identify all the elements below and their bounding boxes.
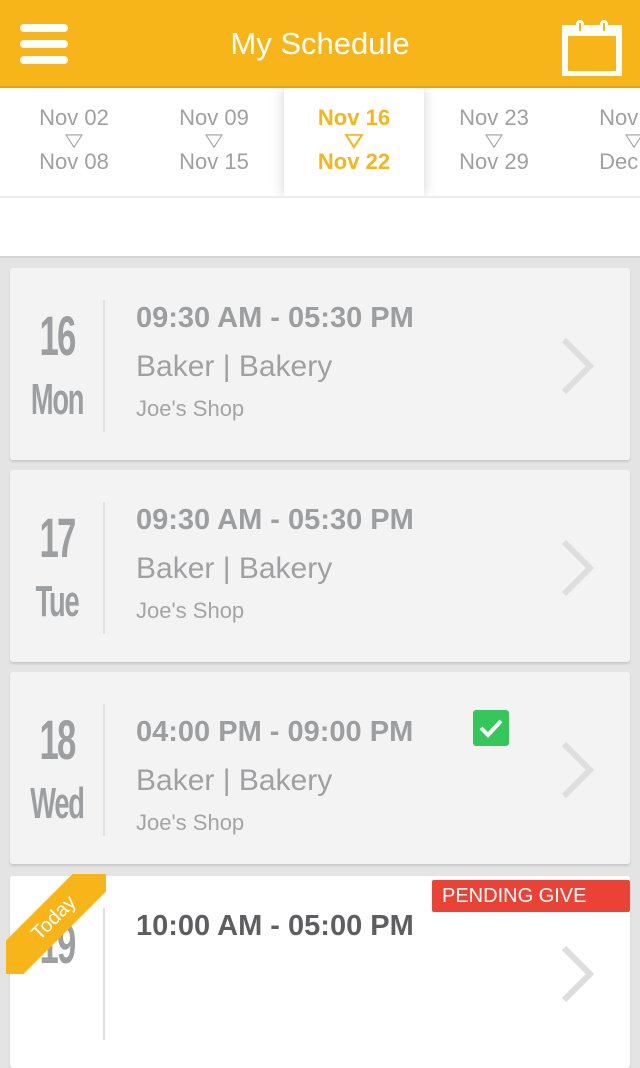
shift-time: 09:30 AM - 05:30 PM	[136, 302, 414, 334]
week-start: Nov 09	[179, 105, 249, 130]
week-start: Nov 23	[459, 105, 529, 130]
today-label: Today	[6, 874, 106, 974]
down-triangle-icon: ▽	[543, 131, 640, 149]
shift-location: Joe's Shop	[136, 396, 245, 421]
shift-role: Baker | Bakery	[136, 350, 333, 383]
week-start: Nov 02	[39, 105, 109, 130]
down-triangle-icon: ▽	[345, 130, 363, 150]
page-title: My Schedule	[230, 26, 410, 61]
calendar-icon[interactable]	[562, 20, 622, 76]
chevron-right-icon	[561, 337, 595, 395]
week-tab[interactable]: Nov 30 ▽ Dec 06	[564, 88, 640, 196]
day-number: 17	[39, 506, 77, 569]
week-tab-active[interactable]: Nov 16 ▽ Nov 22	[284, 88, 424, 196]
shift-card[interactable]: 16 Mon 09:30 AM - 05:30 PM Baker | Baker…	[10, 268, 630, 460]
week-end: Nov 15	[179, 149, 249, 174]
week-end: Dec 06	[599, 149, 640, 174]
divider	[103, 300, 105, 432]
shift-card[interactable]: 17 Tue 09:30 AM - 05:30 PM Baker | Baker…	[10, 470, 630, 662]
confirmed-check-icon	[473, 710, 509, 746]
shift-location: Joe's Shop	[136, 810, 245, 835]
today-ribbon: Today	[6, 874, 106, 974]
shift-time: 09:30 AM - 05:30 PM	[136, 504, 414, 536]
week-start: Nov 16	[317, 105, 391, 130]
shift-location: Joe's Shop	[136, 598, 245, 623]
weekday: Wed	[30, 779, 85, 828]
chevron-right-icon	[561, 741, 595, 799]
week-end: Nov 08	[39, 149, 109, 174]
shift-time: 04:00 PM - 09:00 PM	[136, 716, 414, 748]
shift-role: Baker | Bakery	[136, 764, 333, 797]
app-header: My Schedule	[0, 0, 640, 88]
chevron-right-icon	[561, 945, 595, 1003]
week-end: Nov 29	[459, 149, 529, 174]
weekday: Mon	[30, 375, 85, 424]
shift-card[interactable]: 18 Wed 04:00 PM - 09:00 PM Baker | Baker…	[10, 672, 630, 864]
day-number: 16	[39, 304, 77, 367]
divider	[103, 502, 105, 634]
shift-role: Baker | Bakery	[136, 552, 333, 585]
week-end: Nov 22	[317, 149, 391, 174]
empty-banner-area	[0, 198, 640, 258]
chevron-right-icon	[561, 539, 595, 597]
divider	[103, 704, 105, 836]
weekday: Tue	[35, 577, 80, 626]
pending-give-up-badge: PENDING GIVE UP	[432, 880, 630, 939]
day-number: 18	[39, 708, 77, 771]
shift-card-today[interactable]: 19 10:00 AM - 05:00 PM Today PENDING GIV…	[6, 874, 630, 1068]
shift-time: 10:00 AM - 05:00 PM	[136, 910, 414, 942]
week-selector: Nov 02 ▽ Nov 08 Nov 09 ▽ Nov 15 Nov 16 ▽…	[0, 88, 640, 198]
week-start: Nov 30	[599, 105, 640, 130]
